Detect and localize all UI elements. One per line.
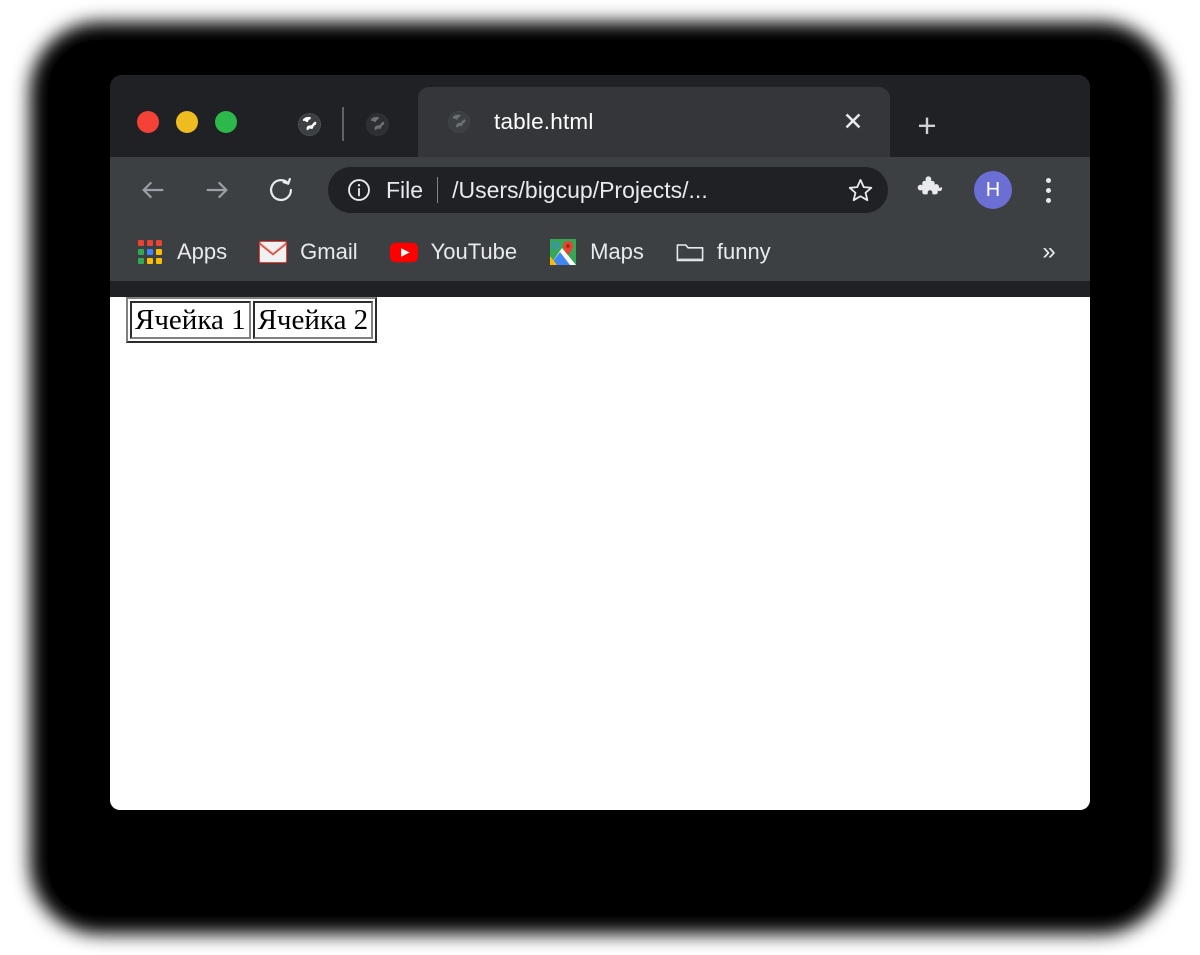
arrow-left-icon	[142, 181, 164, 199]
new-tab-button[interactable]: +	[910, 108, 944, 142]
bookmark-label: funny	[716, 239, 771, 264]
table-cell: Ячейка 1	[130, 301, 251, 340]
folder-icon	[676, 238, 704, 266]
forward-button[interactable]	[194, 167, 240, 213]
apps-grid-icon	[136, 238, 164, 266]
pinned-tab-2[interactable]	[354, 111, 400, 143]
youtube-icon	[389, 238, 418, 266]
tab-separator	[342, 107, 344, 141]
bookmark-youtube[interactable]: YouTube	[389, 238, 518, 266]
bookmark-maps[interactable]: G Maps	[549, 238, 644, 266]
bookmark-label: Maps	[590, 239, 644, 264]
bookmark-label: Apps	[177, 239, 228, 264]
browser-tab-active[interactable]: table.html ✕	[418, 87, 890, 157]
screenshot-stage: table.html ✕ + File /Users/bigcup/Projec…	[0, 0, 1200, 955]
star-outline-icon[interactable]	[838, 168, 882, 212]
gmail-icon	[259, 238, 288, 266]
google-maps-icon: G	[549, 238, 577, 266]
close-tab-button[interactable]: ✕	[840, 109, 866, 135]
bookmarks-overflow-button[interactable]: »	[1034, 235, 1064, 269]
globe-icon	[446, 109, 472, 135]
reload-icon	[269, 177, 293, 202]
close-window-button[interactable]	[137, 111, 159, 133]
bookmark-apps[interactable]: Apps	[136, 238, 227, 266]
bookmark-label: Gmail	[300, 239, 358, 264]
extensions-button[interactable]	[908, 168, 952, 212]
info-circle-icon[interactable]	[346, 177, 372, 203]
bookmark-gmail[interactable]: Gmail	[259, 238, 358, 266]
table-body: Ячейка 1 Ячейка 2	[130, 301, 374, 340]
pinned-tabs	[286, 107, 400, 144]
page-viewport: Ячейка 1 Ячейка 2	[110, 297, 1090, 810]
bookmark-label: YouTube	[430, 239, 518, 264]
tab-strip: table.html ✕ +	[110, 75, 1090, 157]
table-cell: Ячейка 2	[252, 301, 374, 340]
pinned-tab-1[interactable]	[286, 111, 332, 143]
minimize-window-button[interactable]	[176, 111, 198, 133]
arrow-right-icon	[206, 181, 228, 199]
url-scheme-label: File	[386, 176, 424, 203]
reload-button[interactable]	[258, 167, 304, 213]
toolbar-right-actions: H	[908, 168, 1066, 212]
tab-title: table.html	[494, 109, 594, 134]
back-button[interactable]	[130, 167, 176, 213]
bookmarks-bar: Apps Gmail YouTube G Maps funny »	[110, 223, 1090, 281]
omnibox-divider	[437, 177, 439, 203]
traffic-lights	[137, 111, 237, 133]
page-table: Ячейка 1 Ячейка 2	[126, 297, 378, 344]
avatar[interactable]: H	[974, 171, 1012, 209]
globe-icon	[364, 111, 391, 143]
address-bar[interactable]: File /Users/bigcup/Projects/...	[328, 167, 888, 213]
maximize-window-button[interactable]	[215, 111, 237, 133]
bookmark-funny-folder[interactable]: funny	[676, 238, 771, 266]
url-text[interactable]: /Users/bigcup/Projects/...	[452, 177, 838, 204]
table-row: Ячейка 1 Ячейка 2	[130, 301, 374, 340]
three-dot-menu-icon[interactable]	[1030, 168, 1066, 212]
browser-window: table.html ✕ + File /Users/bigcup/Projec…	[110, 75, 1090, 810]
puzzle-piece-icon	[916, 173, 945, 207]
globe-icon	[296, 111, 323, 143]
browser-toolbar: File /Users/bigcup/Projects/... H	[110, 157, 1090, 223]
svg-text:G: G	[552, 241, 560, 252]
